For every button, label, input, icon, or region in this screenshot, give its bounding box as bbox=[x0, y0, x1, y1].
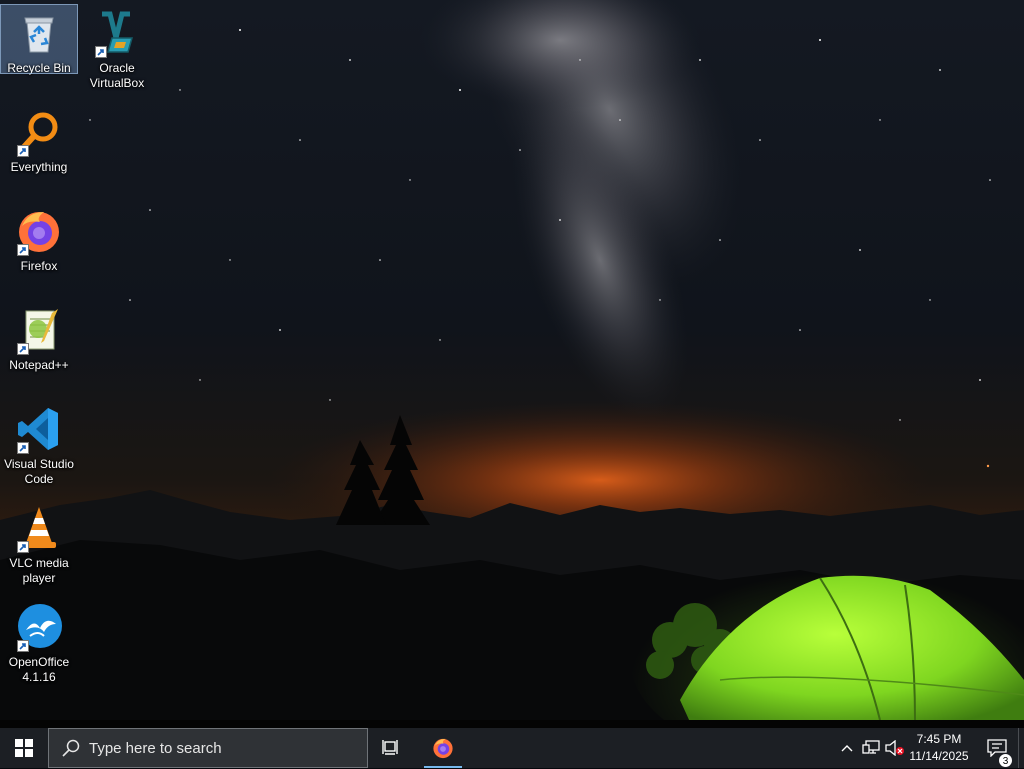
search-placeholder: Type here to search bbox=[89, 739, 222, 757]
desktop-icon-vlc[interactable]: VLC media player bbox=[1, 500, 77, 592]
notification-count-badge: 3 bbox=[998, 753, 1013, 768]
desktop-icon-label: Visual Studio Code bbox=[4, 457, 74, 486]
openoffice-icon bbox=[14, 602, 64, 652]
virtualbox-icon bbox=[92, 8, 142, 58]
taskbar-firefox-button[interactable] bbox=[422, 728, 464, 768]
vscode-icon bbox=[14, 404, 64, 454]
desktop-icon-recycle-bin[interactable]: Recycle Bin bbox=[0, 4, 78, 75]
clock-date: 11/14/2025 bbox=[909, 749, 969, 763]
desktop-wallpaper bbox=[0, 0, 1024, 728]
recycle-bin-icon bbox=[14, 8, 64, 58]
desktop-icon-firefox[interactable]: Firefox bbox=[1, 203, 77, 295]
desktop-icon-label: Recycle Bin bbox=[7, 61, 71, 75]
desktop-icon-everything[interactable]: Everything bbox=[1, 104, 77, 196]
firefox-icon bbox=[433, 738, 453, 759]
shortcut-arrow-icon bbox=[17, 145, 29, 157]
shortcut-arrow-icon bbox=[17, 343, 29, 355]
shortcut-arrow-icon bbox=[17, 442, 29, 454]
volume-tray-button[interactable] bbox=[884, 728, 906, 768]
network-wired-icon bbox=[862, 740, 880, 754]
start-button[interactable] bbox=[0, 728, 48, 768]
shortcut-arrow-icon bbox=[17, 640, 29, 652]
desktop-icon-openoffice[interactable]: OpenOffice 4.1.16 bbox=[1, 599, 77, 691]
desktop-icon-label: Everything bbox=[10, 160, 68, 174]
show-desktop-button[interactable] bbox=[1018, 728, 1024, 768]
desktop-icon-label: Firefox bbox=[20, 259, 58, 273]
search-icon bbox=[62, 739, 80, 757]
task-view-icon bbox=[382, 740, 398, 755]
desktop-icon-notepad-plus-plus[interactable]: Notepad++ bbox=[1, 302, 77, 394]
taskbar-search-box[interactable]: Type here to search bbox=[48, 728, 368, 768]
taskbar-clock[interactable]: 7:45 PM 11/14/2025 bbox=[906, 728, 972, 768]
desktop-icon-vscode[interactable]: Visual Studio Code bbox=[1, 401, 77, 493]
desktop-icon-virtualbox[interactable]: Oracle VirtualBox bbox=[79, 5, 155, 97]
volume-muted-icon bbox=[885, 740, 904, 756]
clock-time: 7:45 PM bbox=[916, 732, 962, 746]
desktop-icon-label: OpenOffice 4.1.16 bbox=[8, 655, 70, 684]
task-view-button[interactable] bbox=[370, 728, 414, 768]
vlc-icon bbox=[14, 503, 64, 553]
shortcut-arrow-icon bbox=[95, 46, 107, 58]
chevron-up-icon bbox=[841, 745, 853, 752]
taskbar: Type here to search 7:45 PM 11/14/2025 3 bbox=[0, 728, 1024, 768]
network-tray-button[interactable] bbox=[860, 728, 882, 768]
notepad-plus-plus-icon bbox=[14, 305, 64, 355]
action-center-button[interactable]: 3 bbox=[978, 728, 1016, 768]
windows-logo-icon bbox=[15, 739, 33, 757]
firefox-icon bbox=[14, 206, 64, 256]
desktop-icon-label: Oracle VirtualBox bbox=[89, 61, 145, 90]
desktop-icon-label: VLC media player bbox=[9, 556, 69, 585]
show-hidden-icons-button[interactable] bbox=[838, 728, 856, 768]
everything-search-icon bbox=[14, 107, 64, 157]
shortcut-arrow-icon bbox=[17, 541, 29, 553]
desktop-icon-label: Notepad++ bbox=[9, 358, 69, 372]
shortcut-arrow-icon bbox=[17, 244, 29, 256]
